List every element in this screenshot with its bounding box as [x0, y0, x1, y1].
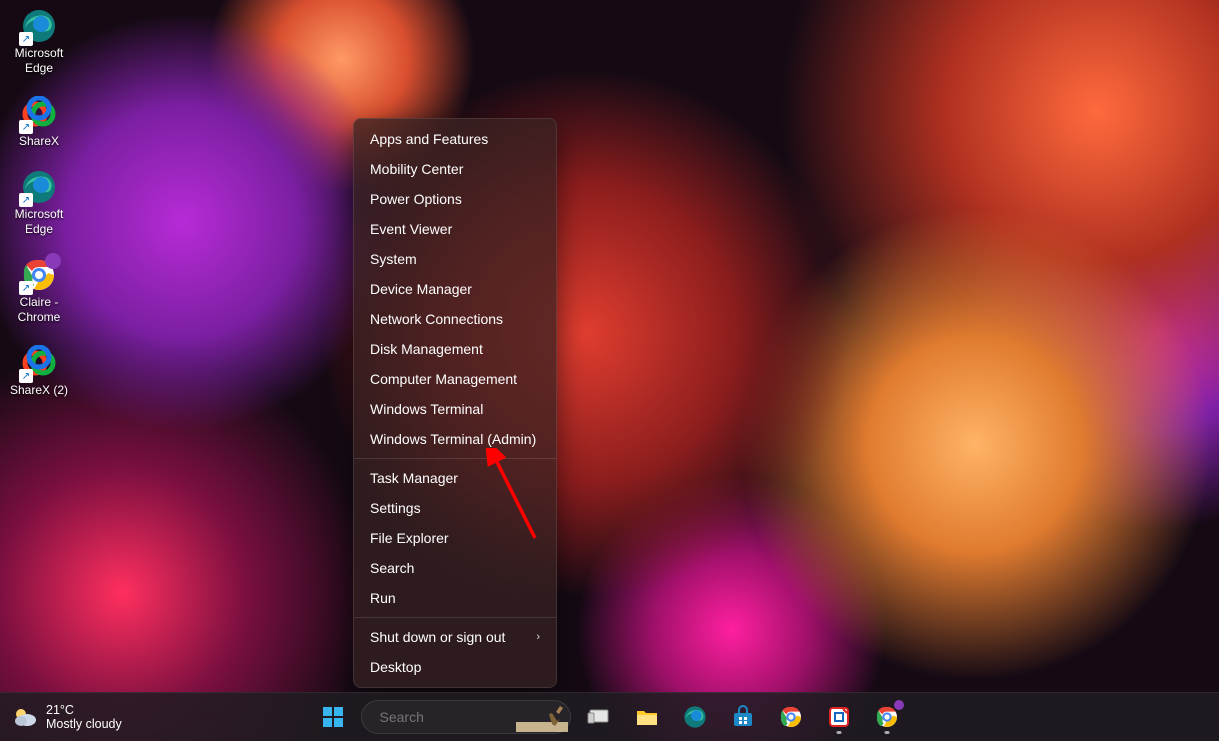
menu-item-desktop[interactable]: Desktop — [354, 652, 556, 682]
chrome-profile-icon: ↗ — [21, 257, 57, 293]
snipping-icon — [827, 705, 851, 729]
winx-context-menu: Apps and Features Mobility Center Power Op… — [353, 118, 557, 688]
search-illustration-icon — [516, 702, 568, 732]
weather-icon — [12, 704, 38, 730]
shortcut-arrow-icon: ↗ — [19, 120, 33, 134]
menu-item-label: File Explorer — [370, 530, 449, 546]
desktop-icon-label: Microsoft Edge — [6, 46, 72, 76]
desktop-icon-sharex[interactable]: ↗ ShareX — [4, 94, 74, 151]
weather-temp: 21°C — [46, 703, 122, 717]
menu-item-label: Device Manager — [370, 281, 472, 297]
weather-widget[interactable]: 21°C Mostly cloudy — [12, 703, 122, 732]
menu-item-windows-terminal[interactable]: Windows Terminal — [354, 394, 556, 424]
menu-item-file-explorer[interactable]: File Explorer — [354, 523, 556, 553]
menu-item-label: Run — [370, 590, 396, 606]
edge-icon: ↗ — [21, 8, 57, 44]
menu-item-system[interactable]: System — [354, 244, 556, 274]
sharex-icon: ↗ — [21, 345, 57, 381]
menu-separator — [354, 458, 556, 459]
desktop-icon-label: ShareX (2) — [10, 383, 68, 398]
menu-item-label: Network Connections — [370, 311, 503, 327]
menu-item-label: System — [370, 251, 417, 267]
menu-item-label: Task Manager — [370, 470, 458, 486]
menu-item-computer-management[interactable]: Computer Management — [354, 364, 556, 394]
menu-item-settings[interactable]: Settings — [354, 493, 556, 523]
taskbar-chrome-profile[interactable] — [867, 697, 907, 737]
menu-item-label: Settings — [370, 500, 421, 516]
edge-icon — [683, 705, 707, 729]
chrome-icon — [779, 705, 803, 729]
menu-item-label: Windows Terminal (Admin) — [370, 431, 536, 447]
sharex-icon: ↗ — [21, 96, 57, 132]
desktop-wallpaper — [0, 0, 1219, 741]
menu-item-label: Computer Management — [370, 371, 517, 387]
desktop-icon-label: Microsoft Edge — [6, 207, 72, 237]
menu-item-label: Apps and Features — [370, 131, 488, 147]
menu-item-search[interactable]: Search — [354, 553, 556, 583]
menu-item-label: Event Viewer — [370, 221, 452, 237]
menu-item-label: Desktop — [370, 659, 421, 675]
menu-item-network-connections[interactable]: Network Connections — [354, 304, 556, 334]
taskbar-store[interactable] — [723, 697, 763, 737]
desktop-icon-edge-2[interactable]: ↗ Microsoft Edge — [4, 167, 74, 239]
taskbar-center — [313, 697, 907, 737]
menu-item-label: Windows Terminal — [370, 401, 483, 417]
file-explorer-icon — [635, 705, 659, 729]
chevron-right-icon: › — [536, 631, 540, 643]
windows-logo-icon — [321, 705, 345, 729]
edge-icon: ↗ — [21, 169, 57, 205]
menu-item-apps-and-features[interactable]: Apps and Features — [354, 124, 556, 154]
taskbar-search[interactable] — [361, 700, 571, 734]
menu-item-run[interactable]: Run — [354, 583, 556, 613]
menu-separator — [354, 617, 556, 618]
menu-item-label: Mobility Center — [370, 161, 463, 177]
shortcut-arrow-icon: ↗ — [19, 32, 33, 46]
menu-item-label: Shut down or sign out — [370, 629, 505, 645]
menu-item-event-viewer[interactable]: Event Viewer — [354, 214, 556, 244]
taskbar-task-view[interactable] — [579, 697, 619, 737]
taskbar-chrome[interactable] — [771, 697, 811, 737]
menu-item-power-options[interactable]: Power Options — [354, 184, 556, 214]
taskbar-edge[interactable] — [675, 697, 715, 737]
menu-item-mobility-center[interactable]: Mobility Center — [354, 154, 556, 184]
shortcut-arrow-icon: ↗ — [19, 369, 33, 383]
shortcut-arrow-icon: ↗ — [19, 193, 33, 207]
weather-desc: Mostly cloudy — [46, 717, 122, 731]
desktop-icon-edge[interactable]: ↗ Microsoft Edge — [4, 6, 74, 78]
menu-item-label: Search — [370, 560, 414, 576]
menu-item-task-manager[interactable]: Task Manager — [354, 463, 556, 493]
menu-item-label: Disk Management — [370, 341, 483, 357]
start-button[interactable] — [313, 697, 353, 737]
task-view-icon — [587, 705, 611, 729]
desktop-icons: ↗ Microsoft Edge ↗ ShareX ↗ Microsoft Ed… — [4, 6, 74, 400]
menu-item-shut-down-or-sign-out[interactable]: Shut down or sign out › — [354, 622, 556, 652]
taskbar-file-explorer[interactable] — [627, 697, 667, 737]
menu-item-windows-terminal-admin-[interactable]: Windows Terminal (Admin) — [354, 424, 556, 454]
taskbar-snipping-tool[interactable] — [819, 697, 859, 737]
taskbar: 21°C Mostly cloudy — [0, 692, 1219, 741]
shortcut-arrow-icon: ↗ — [19, 281, 33, 295]
menu-item-device-manager[interactable]: Device Manager — [354, 274, 556, 304]
desktop-icon-label: Claire - Chrome — [6, 295, 72, 325]
desktop-icon-label: ShareX — [19, 134, 59, 149]
desktop-icon-chrome-profile[interactable]: ↗ Claire - Chrome — [4, 255, 74, 327]
desktop-icon-sharex-2[interactable]: ↗ ShareX (2) — [4, 343, 74, 400]
menu-item-disk-management[interactable]: Disk Management — [354, 334, 556, 364]
store-icon — [731, 705, 755, 729]
menu-item-label: Power Options — [370, 191, 462, 207]
